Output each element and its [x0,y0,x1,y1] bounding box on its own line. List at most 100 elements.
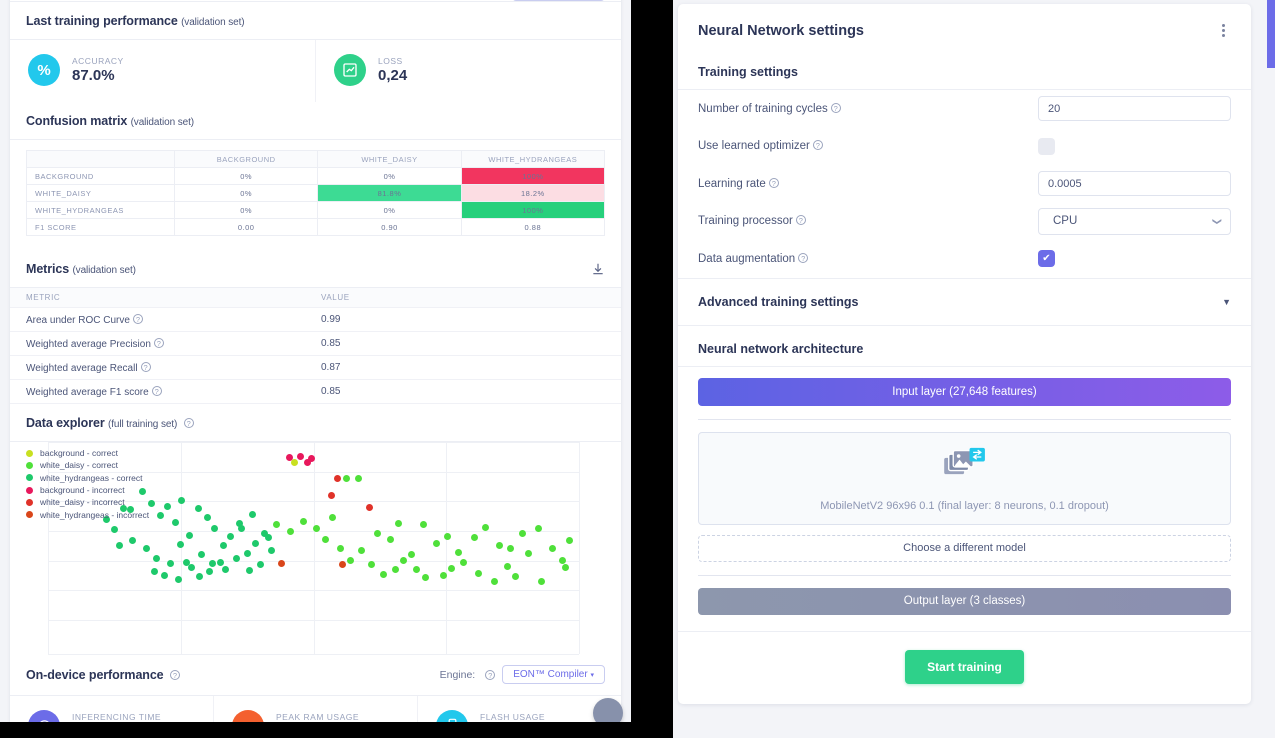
scatter-point[interactable] [339,561,347,569]
model-version-button[interactable]: Quantized (int8) [511,0,605,1]
scatter-point[interactable] [174,576,182,584]
scatter-point[interactable] [163,502,171,510]
scatter-point[interactable] [209,560,217,568]
select-dropdown[interactable]: CPU ❯ [1038,207,1231,235]
scatter-point[interactable] [248,510,256,518]
scatter-point[interactable] [380,571,388,578]
scatter-point[interactable] [354,475,362,483]
scatter-point[interactable] [166,560,174,568]
scatter-point[interactable] [256,561,264,569]
scatter-point[interactable] [327,491,335,499]
scatter-point[interactable] [443,532,451,540]
legend-item[interactable]: white_hydrangeas - correct [26,472,149,484]
scatter-point[interactable] [561,563,569,571]
caret-down-icon[interactable]: ▼ [1222,297,1231,307]
scatter-point[interactable] [129,537,137,545]
scatter-point[interactable] [206,567,214,575]
advanced-training-settings-row[interactable]: Advanced training settings ▼ [678,277,1251,326]
vertical-scrollbar-thumb[interactable] [1267,0,1275,68]
scatter-point[interactable] [460,559,468,567]
checkbox[interactable]: ✔ [1038,250,1055,268]
help-fab-button[interactable] [593,698,623,722]
scatter-point[interactable] [110,526,118,534]
scatter-point[interactable] [157,511,165,519]
help-icon[interactable]: ? [132,313,143,324]
scatter-point[interactable] [264,533,272,541]
selected-model-block[interactable]: MobileNetV2 96x96 0.1 (final layer: 8 ne… [698,431,1231,525]
scatter-point[interactable] [177,541,185,549]
kebab-menu-icon[interactable] [1216,20,1231,41]
scatter-point[interactable] [413,566,420,574]
scatter-point[interactable] [507,545,514,553]
output-layer-block[interactable]: Output layer (3 classes) [698,587,1231,615]
legend-item[interactable]: background - incorrect [26,484,149,496]
scatter-point[interactable] [219,542,227,550]
scatter-point[interactable] [142,544,150,552]
scatter-point[interactable] [408,550,416,558]
help-icon[interactable]: ? [169,669,180,680]
scatter-point[interactable] [394,520,402,528]
download-icon[interactable] [591,262,605,276]
scatter-point[interactable] [195,505,203,513]
scatter-point[interactable] [474,569,482,577]
scatter-point[interactable] [195,573,203,581]
help-icon[interactable]: ? [153,337,164,348]
toggle-switch[interactable] [1038,137,1055,155]
legend-item[interactable]: background - correct [26,447,149,459]
scatter-point[interactable] [217,559,225,567]
legend-item[interactable]: white_daisy - incorrect [26,496,149,508]
engine-dropdown[interactable]: EON™ Compiler ▾ [502,665,605,684]
help-icon[interactable]: ? [830,102,841,113]
scatter-point[interactable] [471,533,479,541]
input-layer-block[interactable]: Input layer (27,648 features) [698,377,1231,406]
scatter-point[interactable] [366,504,374,512]
text-input[interactable]: 0.0005 [1038,171,1231,197]
scatter-point[interactable] [347,556,355,564]
help-icon[interactable]: ? [140,361,151,372]
scatter-point[interactable] [496,541,504,549]
scatter-point[interactable] [243,549,251,557]
scatter-point[interactable] [322,536,330,544]
scatter-point[interactable] [299,518,307,525]
choose-different-model-button[interactable]: Choose a different model [698,534,1231,562]
scatter-point[interactable] [343,475,351,483]
scatter-point[interactable] [272,521,280,529]
scatter-point[interactable] [448,564,456,572]
scatter-point[interactable] [267,546,275,554]
scatter-point[interactable] [226,533,234,541]
scatter-point[interactable] [286,527,294,535]
scatter-point[interactable] [329,513,337,521]
scatter-point[interactable] [150,567,158,575]
scatter-point[interactable] [178,496,186,504]
scatter-point[interactable] [392,565,400,573]
scatter-point[interactable] [222,565,230,573]
help-icon[interactable]: ? [768,177,779,188]
scatter-point[interactable] [420,521,428,529]
scatter-point[interactable] [203,513,211,521]
scatter-point[interactable] [538,578,546,586]
scatter-point[interactable] [290,459,298,467]
scatter-point[interactable] [400,557,408,565]
help-icon[interactable]: ? [183,418,194,428]
scatter-point[interactable] [251,540,259,548]
scatter-point[interactable] [278,560,286,568]
scatter-point[interactable] [373,530,381,538]
scatter-point[interactable] [116,542,124,550]
scatter-point[interactable] [490,578,498,586]
scatter-point[interactable] [185,531,193,539]
scatter-point[interactable] [358,546,366,554]
data-explorer-plot-area[interactable]: background - correct white_daisy - correc… [10,442,621,655]
scatter-point[interactable] [566,537,574,545]
scatter-point[interactable] [432,540,440,548]
scatter-point[interactable] [386,536,394,544]
scatter-point[interactable] [296,452,304,460]
scatter-point[interactable] [558,556,566,564]
start-training-button[interactable]: Start training [905,649,1024,684]
scatter-point[interactable] [336,544,344,552]
scatter-point[interactable] [368,561,376,569]
scatter-point[interactable] [171,518,179,526]
scatter-point[interactable] [198,550,206,558]
scatter-point[interactable] [161,572,169,580]
help-icon[interactable]: ? [798,252,809,263]
scatter-point[interactable] [421,574,429,582]
